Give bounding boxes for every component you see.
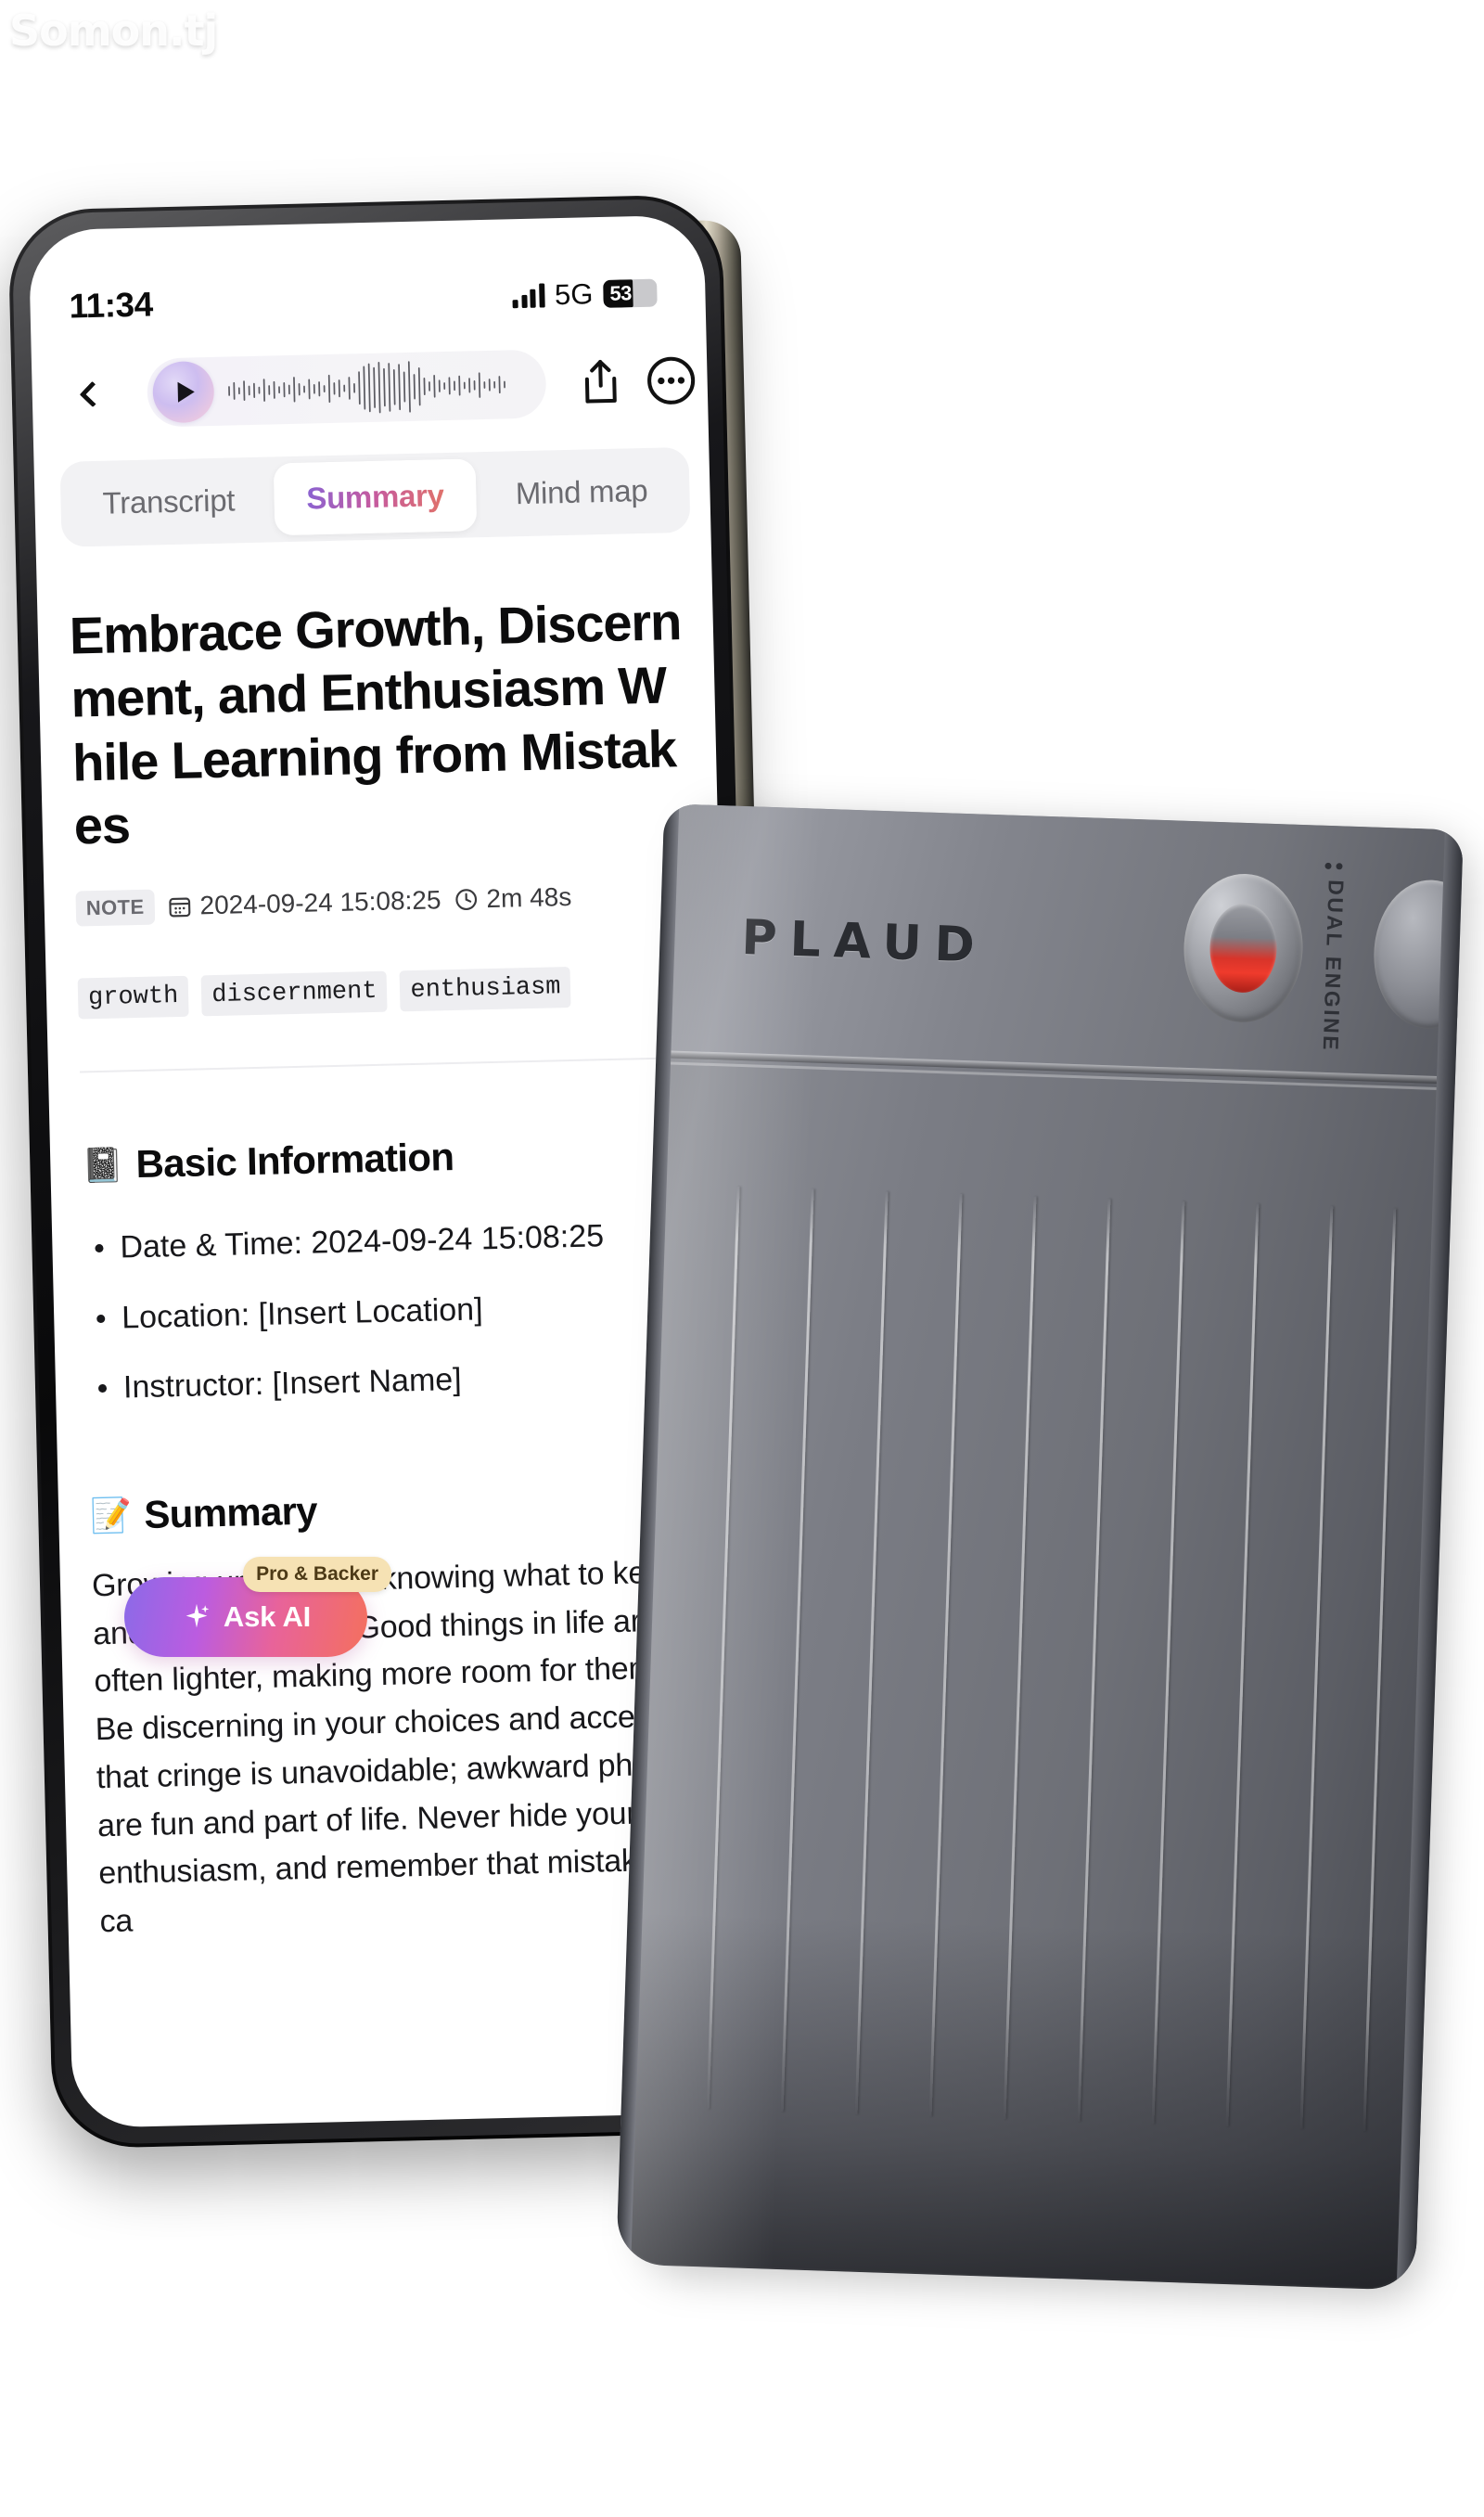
device-body: PLAUD DUAL ENGINE bbox=[616, 803, 1464, 2291]
ask-ai-container: Pro & Backer Ask AI bbox=[124, 1557, 391, 1657]
play-button[interactable] bbox=[151, 360, 215, 424]
basic-information-list: Date & Time: 2024-09-24 15:08:25 Locatio… bbox=[83, 1200, 700, 1423]
audio-waveform-icon bbox=[228, 361, 505, 414]
ask-ai-label: Ask AI bbox=[223, 1600, 312, 1633]
bullet-dot-icon bbox=[95, 1244, 104, 1253]
device-bottom-shading bbox=[616, 1911, 1427, 2291]
plaud-brand-text: PLAUD bbox=[740, 909, 989, 974]
tag-chip[interactable]: discernment bbox=[200, 970, 389, 1017]
tab-transcript-label: Transcript bbox=[102, 482, 236, 520]
back-button[interactable] bbox=[63, 365, 122, 423]
status-clock: 11:34 bbox=[69, 285, 154, 326]
section-title: Basic Information bbox=[134, 1135, 454, 1187]
note-meta-row: NOTE 2024-09-24 15:08:25 2m 48s bbox=[75, 877, 688, 927]
plaud-brand-logo: PLAUD bbox=[741, 910, 989, 974]
network-type-label: 5G bbox=[554, 277, 594, 312]
status-indicators: 5G 53 bbox=[512, 276, 658, 314]
more-options-button[interactable] bbox=[642, 352, 700, 410]
tag-chip[interactable]: growth bbox=[77, 975, 189, 1020]
record-button-inner bbox=[1208, 902, 1279, 995]
calendar-icon bbox=[169, 897, 191, 918]
section-title: Summary bbox=[143, 1488, 318, 1537]
tab-mind-map-label: Mind map bbox=[515, 472, 648, 511]
note-date: 2024-09-24 15:08:25 bbox=[167, 886, 441, 922]
bullet-dot-icon bbox=[97, 1383, 108, 1393]
list-item-label: Date & Time: 2024-09-24 15:08:25 bbox=[120, 1218, 605, 1265]
app-top-bar bbox=[31, 327, 708, 447]
plaud-recorder-device: PLAUD DUAL ENGINE bbox=[616, 803, 1469, 2301]
view-tabs: Transcript Summary Mind map bbox=[59, 446, 691, 547]
bullet-dot-icon bbox=[96, 1314, 106, 1323]
list-item: Instructor: [Insert Name] bbox=[86, 1340, 700, 1424]
site-watermark: Somon.tj bbox=[9, 6, 218, 56]
tag-chip[interactable]: enthusiasm bbox=[399, 967, 572, 1012]
share-button[interactable] bbox=[571, 353, 630, 411]
battery-percent-label: 53 bbox=[609, 281, 633, 305]
pro-backer-badge: Pro & Backer bbox=[243, 1557, 391, 1592]
dual-engine-line-2: ENGINE bbox=[1318, 956, 1347, 1053]
status-bar: 11:34 5G 53 bbox=[30, 257, 707, 341]
tab-summary-label: Summary bbox=[305, 478, 445, 516]
dual-engine-dots-icon bbox=[1324, 862, 1343, 870]
sparkle-icon bbox=[186, 1603, 210, 1628]
screenshot-root: Somon.tj 11:34 5G 53 Transcript Summary … bbox=[0, 0, 1484, 2517]
content-divider bbox=[79, 1057, 692, 1073]
memo-pencil-icon: 📝 bbox=[89, 1496, 132, 1535]
note-duration: 2m 48s bbox=[454, 882, 572, 915]
section-heading-summary: 📝 Summary bbox=[90, 1480, 703, 1539]
play-icon bbox=[177, 381, 195, 403]
clock-icon bbox=[455, 889, 477, 911]
signal-bars-icon bbox=[512, 283, 545, 309]
tab-mind-map[interactable]: Mind map bbox=[480, 454, 684, 531]
page-title: Embrace Growth, Discernment, and Enthusi… bbox=[69, 592, 682, 855]
note-type-badge: NOTE bbox=[75, 889, 156, 927]
battery-icon: 53 bbox=[603, 278, 658, 308]
tab-transcript[interactable]: Transcript bbox=[67, 463, 271, 540]
notebook-icon: 📓 bbox=[81, 1145, 123, 1185]
note-date-label: 2024-09-24 15:08:25 bbox=[199, 885, 441, 920]
tab-summary[interactable]: Summary bbox=[273, 458, 478, 536]
audio-player-bar[interactable] bbox=[146, 349, 547, 428]
more-ellipsis-icon bbox=[647, 356, 696, 405]
share-icon bbox=[584, 360, 617, 404]
chevron-left-icon bbox=[79, 380, 106, 408]
dual-engine-line-1: DUAL bbox=[1322, 879, 1349, 949]
section-heading-basic-information: 📓 Basic Information bbox=[82, 1129, 695, 1188]
note-duration-label: 2m 48s bbox=[486, 882, 572, 914]
list-item-label: Instructor: [Insert Name] bbox=[122, 1361, 463, 1406]
tag-list: growth discernment enthusiasm bbox=[77, 964, 691, 1020]
list-item-label: Location: [Insert Location] bbox=[121, 1291, 483, 1336]
